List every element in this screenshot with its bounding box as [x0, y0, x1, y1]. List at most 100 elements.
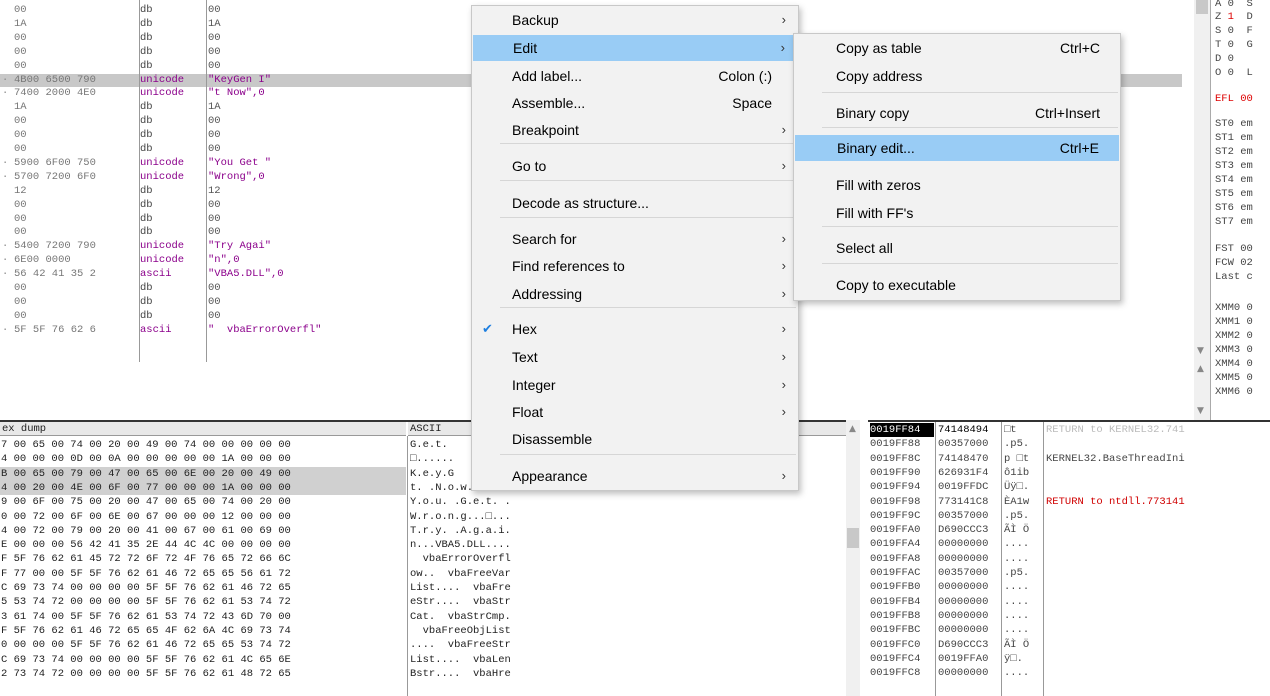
register-row[interactable]: XMM2 0: [1215, 330, 1253, 342]
hex-row[interactable]: C 69 73 74 00 00 00 00 5F 5F 76 62 61 4C…: [0, 653, 511, 667]
menu-item-add-label[interactable]: Add label... Colon (:): [472, 63, 798, 89]
hex-row[interactable]: E 00 00 00 56 42 41 35 2E 44 4C 4C 00 00…: [0, 538, 511, 552]
menu-item-decode-as-structure[interactable]: Decode as structure...: [472, 190, 798, 216]
menu-item-disassemble[interactable]: Disassemble: [472, 426, 798, 452]
submenu-item-binary-copy[interactable]: Binary copy Ctrl+Insert: [794, 100, 1120, 126]
register-row[interactable]: S 0 F: [1215, 25, 1253, 37]
menu-separator: [822, 226, 1118, 227]
stack-row[interactable]: 0019FFA4 00000000....: [868, 537, 1270, 551]
hex-row[interactable]: 4 00 20 00 4E 00 6F 00 77 00 00 00 1A 00…: [0, 480, 511, 496]
hex-row[interactable]: 2 73 74 72 00 00 00 00 5F 5F 76 62 61 48…: [0, 667, 511, 681]
scroll-up-icon[interactable]: ▲: [1197, 364, 1204, 374]
stack-row[interactable]: 0019FFA8 00000000....: [868, 552, 1270, 566]
register-row[interactable]: ST2 em: [1215, 146, 1253, 158]
hex-row[interactable]: C 69 73 74 00 00 00 00 5F 5F 76 62 61 46…: [0, 581, 511, 595]
stack-row[interactable]: 0019FF90 626931F4 ô1ib: [868, 466, 1270, 480]
register-row[interactable]: Z 1 D: [1215, 11, 1253, 23]
submenu-item-fill-with-zeros[interactable]: Fill with zeros: [794, 172, 1120, 198]
stack-row[interactable]: 0019FFA0 D690CCC3 ÃÌ Ö: [868, 523, 1270, 537]
edit-submenu[interactable]: Copy as table Ctrl+C Copy address Binary co…: [793, 33, 1121, 301]
registers-scrollbar[interactable]: ▲ ▼: [1194, 362, 1210, 420]
menu-item-backup[interactable]: Backup ›: [472, 7, 798, 33]
register-row[interactable]: XMM6 0: [1215, 386, 1253, 398]
register-row[interactable]: XMM4 0: [1215, 358, 1253, 370]
scrollbar-thumb[interactable]: [1196, 0, 1208, 14]
hex-row[interactable]: 3 61 74 00 5F 5F 76 62 61 53 74 72 43 6D…: [0, 610, 511, 624]
register-row[interactable]: FCW 02: [1215, 257, 1253, 269]
register-row[interactable]: ST0 em: [1215, 118, 1253, 130]
hex-row[interactable]: F 5F 76 62 61 45 72 72 6F 72 4F 76 65 72…: [0, 552, 511, 566]
menu-item-integer[interactable]: Integer ›: [472, 372, 798, 398]
stack-row[interactable]: 0019FF9C 00357000 .p5.: [868, 509, 1270, 523]
hex-scrollbar[interactable]: ▲: [846, 420, 860, 696]
register-row[interactable]: XMM5 0: [1215, 372, 1253, 384]
register-row[interactable]: EFL 00: [1215, 93, 1253, 105]
register-row[interactable]: ST4 em: [1215, 174, 1253, 186]
stack-row[interactable]: 0019FFB0 00000000....: [868, 580, 1270, 594]
hex-row[interactable]: 4 00 00 00 0D 00 0A 00 00 00 00 00 1A 00…: [0, 452, 454, 466]
menu-item-appearance[interactable]: Appearance ›: [472, 463, 798, 489]
menu-item-text[interactable]: Text ›: [472, 344, 798, 370]
register-row[interactable]: T 0 G: [1215, 39, 1253, 51]
menu-item-addressing[interactable]: Addressing ›: [472, 281, 798, 307]
stack-row[interactable]: 0019FFC4 0019FFA0 ÿ□.: [868, 652, 1270, 666]
hex-row[interactable]: 0 00 72 00 6F 00 6E 00 67 00 00 00 12 00…: [0, 510, 511, 524]
register-row[interactable]: ST7 em: [1215, 216, 1253, 228]
hex-row[interactable]: F 77 00 00 5F 5F 76 62 61 46 72 65 65 56…: [0, 567, 511, 581]
submenu-item-copy-as-table[interactable]: Copy as table Ctrl+C: [794, 35, 1120, 61]
hex-row[interactable]: 4 00 72 00 79 00 20 00 41 00 67 00 61 00…: [0, 524, 511, 538]
menu-item-breakpoint[interactable]: Breakpoint ›: [472, 117, 798, 143]
register-row[interactable]: XMM1 0: [1215, 316, 1253, 328]
menu-item-hex[interactable]: ✔ Hex ›: [472, 316, 798, 342]
register-row[interactable]: ST3 em: [1215, 160, 1253, 172]
stack-row[interactable]: 0019FFB8 00000000....: [868, 609, 1270, 623]
register-row[interactable]: A 0 S: [1215, 0, 1253, 10]
submenu-item-copy-address[interactable]: Copy address: [794, 63, 1120, 89]
stack-row[interactable]: 0019FFAC 00357000 .p5.: [868, 566, 1270, 580]
stack-row[interactable]: 0019FFBC 00000000....: [868, 623, 1270, 637]
menu-item-edit[interactable]: Edit ›: [473, 35, 797, 61]
register-row[interactable]: FST 00: [1215, 243, 1253, 255]
registers-pane[interactable]: A 0 SZ 1 D S 0 F T 0 G D 0 O 0 L EFL 00 ST0 em…: [1210, 0, 1270, 420]
register-row[interactable]: ST6 em: [1215, 202, 1253, 214]
stack-row[interactable]: 0019FF8C 74148470 p □t KERNEL32.BaseThreadI…: [868, 452, 1270, 466]
register-row[interactable]: O 0 L: [1215, 67, 1253, 79]
submenu-item-select-all[interactable]: Select all: [794, 235, 1120, 261]
stack-row[interactable]: 0019FF84 74148494 □t RETURN to KERNEL32.741: [868, 423, 1270, 438]
stack-row[interactable]: 0019FFC8 00000000....: [868, 666, 1270, 680]
hex-row[interactable]: 5 53 74 72 00 00 00 00 5F 5F 76 62 61 53…: [0, 595, 511, 609]
hex-row[interactable]: 0 00 00 00 5F 5F 76 62 61 46 72 65 65 53…: [0, 638, 511, 652]
submenu-item-copy-to-executable[interactable]: Copy to executable: [794, 272, 1120, 298]
stack-row[interactable]: 0019FF94 0019FFDC Üÿ□.: [868, 480, 1270, 494]
menu-item-float[interactable]: Float ›: [472, 399, 798, 425]
stack-row[interactable]: 0019FF88 00357000 .p5.: [868, 437, 1270, 451]
hex-row[interactable]: B 00 65 00 79 00 47 00 65 00 6E 00 20 00…: [0, 466, 454, 481]
stack-row[interactable]: 0019FF98 773141C8 ÈA1w RETURN to ntdll.7731…: [868, 495, 1270, 509]
context-menu[interactable]: Backup › Edit › Add label... Colon (:) Assembl…: [471, 5, 799, 491]
scrollbar-thumb[interactable]: [847, 528, 859, 548]
menu-item-assemble[interactable]: Assemble... Space: [472, 90, 798, 116]
register-row[interactable]: XMM0 0: [1215, 302, 1253, 314]
stack-row[interactable]: 0019FFB4 00000000....: [868, 595, 1270, 609]
hex-row[interactable]: F 5F 76 62 61 46 72 65 65 4F 62 6A 4C 69…: [0, 624, 511, 638]
hex-row[interactable]: 9 00 6F 00 75 00 20 00 47 00 65 00 74 00…: [0, 495, 511, 509]
register-row[interactable]: ST5 em: [1215, 188, 1253, 200]
menu-item-go-to[interactable]: Go to ›: [472, 153, 798, 179]
register-row[interactable]: Last c: [1215, 271, 1253, 283]
stack-pane[interactable]: 0019FF84 74148494 □t RETURN to KERNEL32.741…: [868, 420, 1270, 696]
scroll-up-icon[interactable]: ▲: [849, 424, 856, 434]
register-row[interactable]: D 0: [1215, 53, 1234, 65]
disassembly-scrollbar[interactable]: ▼: [1194, 0, 1210, 362]
stack-row[interactable]: 0019FFC0 D690CCC3 ÃÌ Ö: [868, 638, 1270, 652]
menu-item-label: Disassemble: [512, 431, 593, 447]
submenu-item-binary-edit[interactable]: Binary edit... Ctrl+E: [795, 135, 1119, 161]
register-row[interactable]: XMM3 0: [1215, 344, 1253, 356]
register-row[interactable]: ST1 em: [1215, 132, 1253, 144]
menu-item-search-for[interactable]: Search for ›: [472, 226, 798, 252]
hex-dump-header[interactable]: ex dump: [0, 422, 406, 436]
scroll-down-icon[interactable]: ▼: [1197, 346, 1204, 356]
hex-row[interactable]: 7 00 65 00 74 00 20 00 49 00 74 00 00 00…: [0, 438, 448, 452]
menu-item-find-references-to[interactable]: Find references to ›: [472, 253, 798, 279]
scroll-down-icon[interactable]: ▼: [1197, 406, 1204, 416]
submenu-item-fill-with-ff-s[interactable]: Fill with FF's: [794, 200, 1120, 226]
